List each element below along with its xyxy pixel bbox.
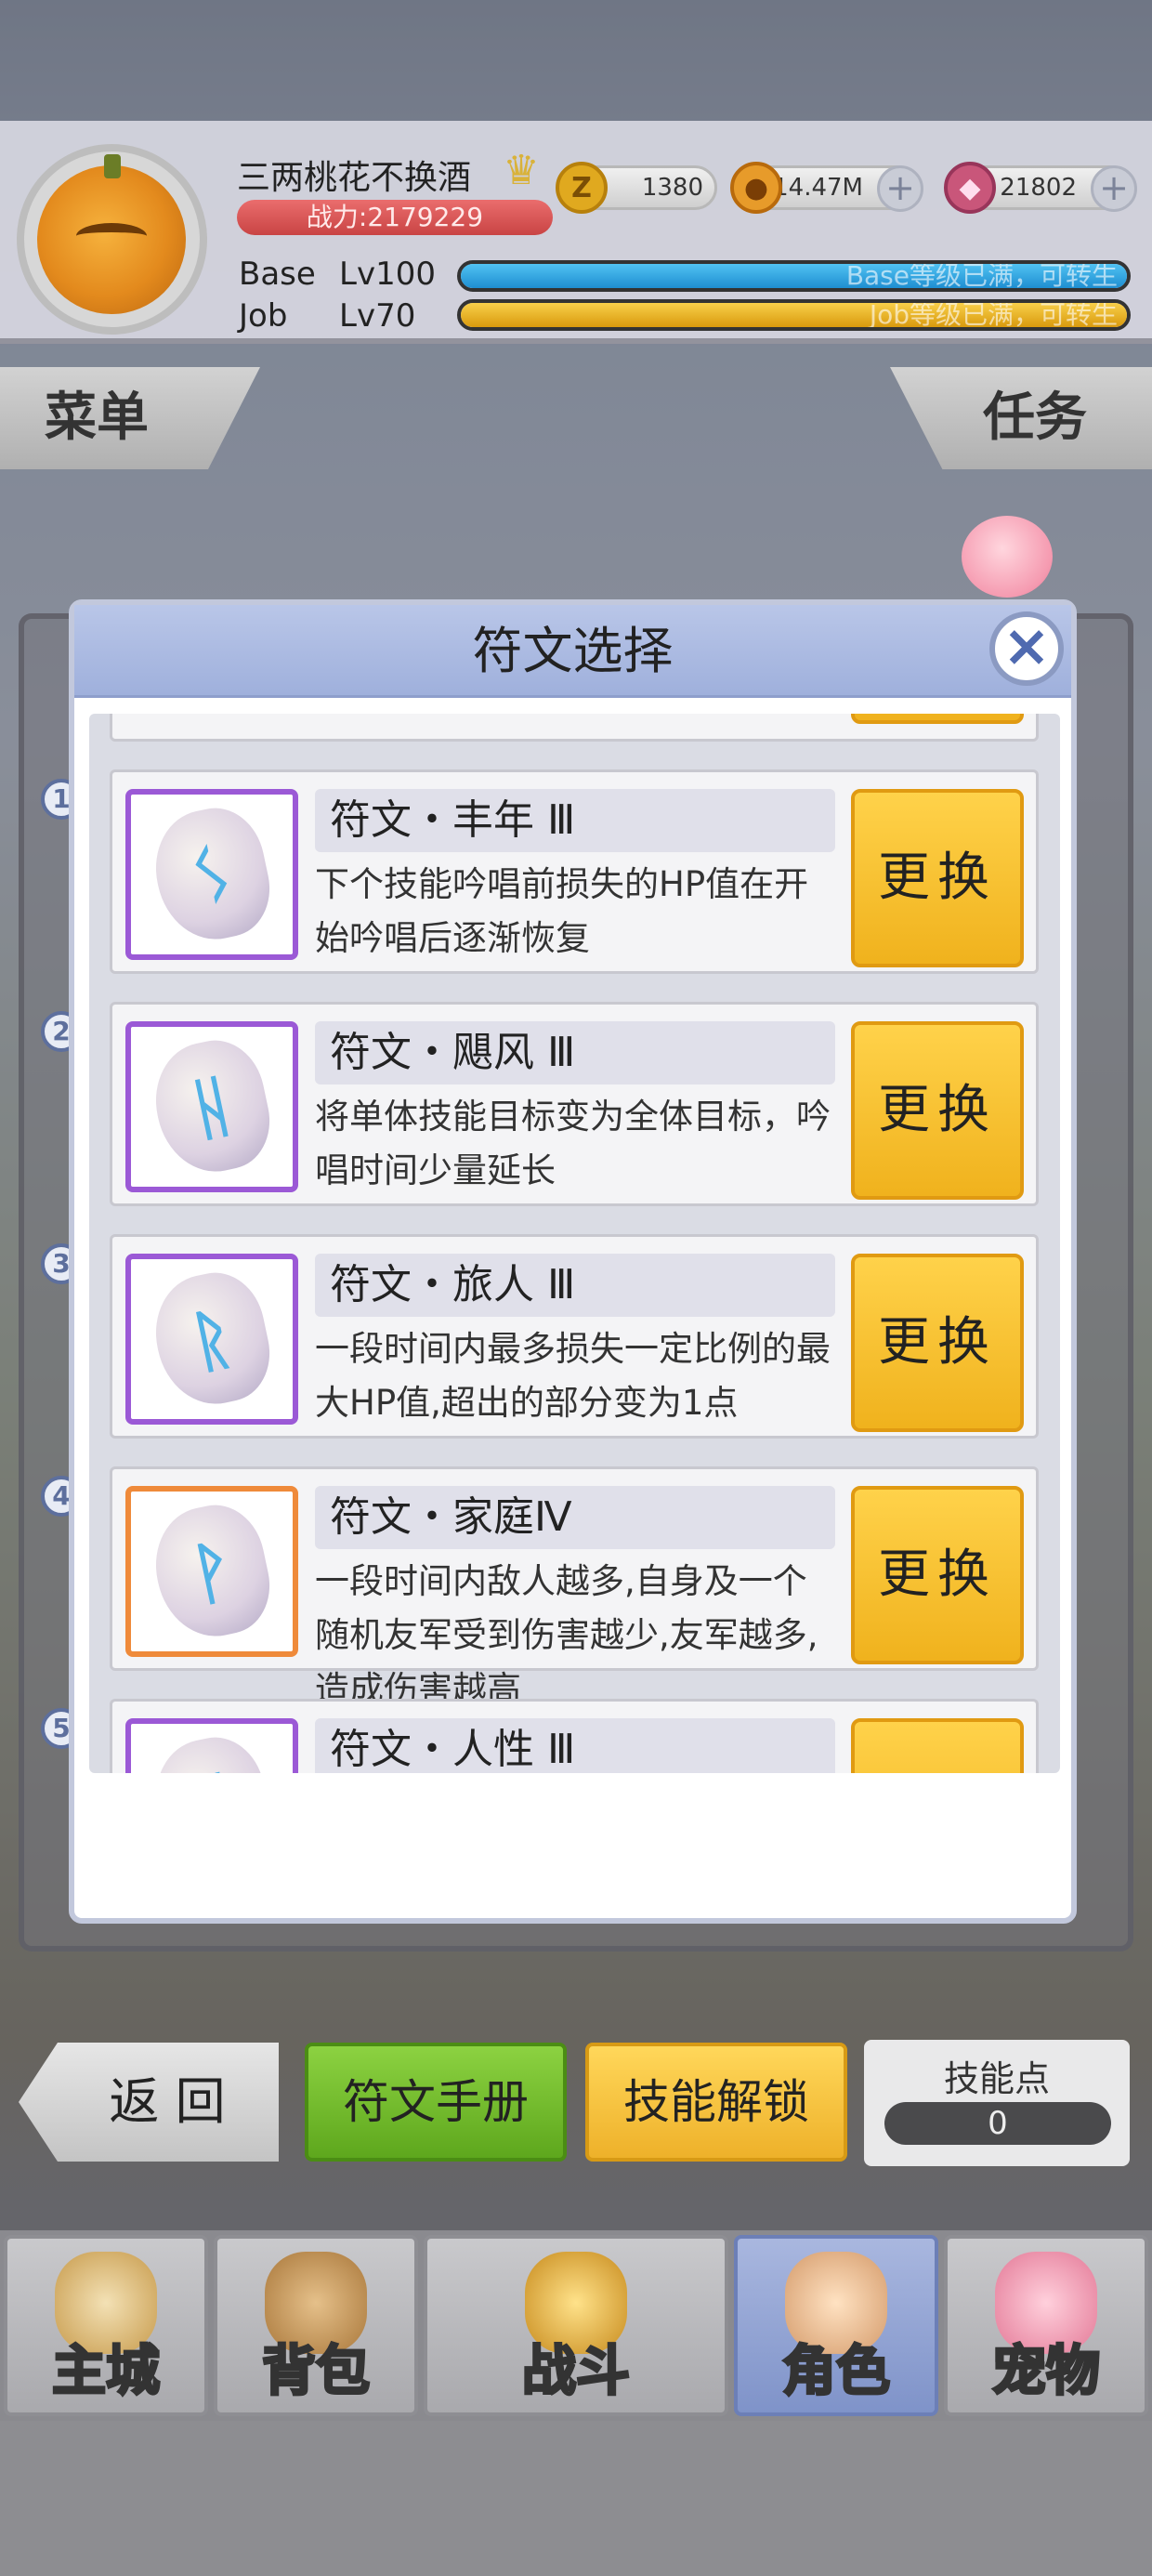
rune-stone-icon: ᚱ bbox=[144, 1264, 280, 1414]
swap-button[interactable]: 更换 bbox=[851, 1486, 1024, 1664]
rune-icon-frame[interactable]: ᛗ bbox=[125, 1718, 298, 1773]
bottom-safe-area bbox=[0, 2421, 1152, 2576]
rune-stone-icon: ᛊ bbox=[144, 799, 280, 950]
rune-stone-icon: ᚺ bbox=[144, 1032, 280, 1182]
rune-card: ᚹ 符文・家庭Ⅳ 一段时间内敌人越多,自身及一个随机友军受到伤害越少,友军越多,… bbox=[110, 1466, 1039, 1709]
rune-name: 符文・旅人 Ⅲ bbox=[315, 1254, 835, 1317]
job-level: Lv70 bbox=[339, 297, 416, 335]
vip-crown-icon[interactable]: ♛ bbox=[495, 145, 547, 197]
rune-description: 下个技能吟唱前损失的HP值在开始吟唱后逐渐恢复 bbox=[315, 864, 809, 958]
swap-button[interactable]: 更换 bbox=[851, 1254, 1024, 1432]
rune-card: ᚺ 符文・飓风 Ⅲ 将单体技能目标变为全体目标，吟唱时间少量延长 更换 bbox=[110, 1002, 1039, 1206]
rune-manual-button[interactable]: 符文手册 bbox=[305, 2043, 567, 2162]
rune-card: ᚱ 符文・旅人 Ⅲ 一段时间内最多损失一定比例的最大HP值,超出的部分变为1点 … bbox=[110, 1234, 1039, 1439]
modal-title: 符文选择 bbox=[472, 622, 674, 680]
back-button[interactable]: 返 回 bbox=[19, 2043, 279, 2162]
skill-points-value: 0 bbox=[884, 2102, 1111, 2145]
nav-item-pet[interactable]: 宠物 bbox=[944, 2235, 1148, 2416]
rune-name: 符文・飓风 Ⅲ bbox=[315, 1021, 835, 1084]
nav-item-battle[interactable]: 战斗 bbox=[424, 2235, 728, 2416]
rune-icon-frame[interactable]: ᚱ bbox=[125, 1254, 298, 1425]
rune-description: 一段时间内最多损失一定比例的最大HP值,超出的部分变为1点 bbox=[315, 1329, 831, 1423]
combat-power: 战力:2179229 bbox=[237, 200, 553, 235]
skill-unlock-button[interactable]: 技能解锁 bbox=[585, 2043, 847, 2162]
gem-icon: ◆ bbox=[944, 162, 996, 214]
nav-item-backpack[interactable]: 背包 bbox=[214, 2235, 418, 2416]
rune-icon-frame[interactable]: ᚹ bbox=[125, 1486, 298, 1657]
rune-card-partial-bottom: ᛗ 符文・人性 Ⅲ bbox=[110, 1699, 1039, 1773]
rune-name: 符文・家庭Ⅳ bbox=[315, 1486, 835, 1549]
player-name: 三两桃花不换酒 bbox=[237, 159, 472, 197]
rune-description: 一段时间内敌人越多,自身及一个随机友军受到伤害越少,友军越多,造成伤害越高 bbox=[315, 1561, 818, 1709]
zeny-value: 1380 bbox=[641, 174, 703, 202]
avatar[interactable] bbox=[37, 154, 186, 314]
gold-value: 14.47M bbox=[773, 174, 863, 202]
gem-value: 21802 bbox=[1000, 174, 1077, 202]
swap-button[interactable]: 更换 bbox=[851, 789, 1024, 967]
rune-card-partial-top bbox=[110, 714, 1039, 742]
nav-label: 背包 bbox=[260, 2338, 371, 2404]
nav-label: 战斗 bbox=[520, 2338, 631, 2404]
rune-name: 符文・丰年 Ⅲ bbox=[315, 789, 835, 852]
swap-button-partial[interactable] bbox=[851, 714, 1024, 724]
add-gold-button[interactable]: + bbox=[877, 165, 923, 212]
job-exp-text: Job等级已满，可转生 bbox=[869, 299, 1118, 330]
rune-list[interactable]: ᛊ 符文・丰年 Ⅲ 下个技能吟唱前损失的HP值在开始吟唱后逐渐恢复 更换 ᚺ 符… bbox=[89, 714, 1060, 1773]
base-exp-text: Base等级已满，可转生 bbox=[845, 260, 1118, 291]
close-icon[interactable]: × bbox=[989, 611, 1064, 686]
gold-pot-icon: ● bbox=[730, 162, 782, 214]
swap-button[interactable] bbox=[851, 1718, 1024, 1773]
nav-item-character[interactable]: 角色 bbox=[734, 2235, 938, 2416]
rune-description: 将单体技能目标变为全体目标，吟唱时间少量延长 bbox=[315, 1097, 831, 1190]
nav-item-main-city[interactable]: 主城 bbox=[4, 2235, 208, 2416]
job-label: Job bbox=[239, 297, 288, 335]
base-exp-bar: Base等级已满，可转生 bbox=[457, 260, 1131, 292]
rune-icon-frame[interactable]: ᛊ bbox=[125, 789, 298, 960]
base-level: Lv100 bbox=[339, 256, 436, 293]
rune-stone-icon: ᚹ bbox=[144, 1496, 280, 1647]
rune-stone-icon: ᛗ bbox=[144, 1728, 280, 1773]
skill-points-label: 技能点 bbox=[943, 2058, 1050, 2099]
nav-label: 角色 bbox=[780, 2338, 891, 2404]
rune-name: 符文・人性 Ⅲ bbox=[315, 1718, 835, 1773]
add-gem-button[interactable]: + bbox=[1091, 165, 1137, 212]
swap-button[interactable]: 更换 bbox=[851, 1021, 1024, 1200]
rune-icon-frame[interactable]: ᚺ bbox=[125, 1021, 298, 1192]
floating-pet-icon[interactable] bbox=[962, 516, 1053, 598]
nav-label: 主城 bbox=[50, 2338, 161, 2404]
zeny-coin-icon: Z bbox=[556, 162, 608, 214]
rune-card: ᛊ 符文・丰年 Ⅲ 下个技能吟唱前损失的HP值在开始吟唱后逐渐恢复 更换 bbox=[110, 769, 1039, 974]
job-exp-bar: Job等级已满，可转生 bbox=[457, 299, 1131, 331]
base-label: Base bbox=[239, 256, 316, 293]
nav-label: 宠物 bbox=[990, 2338, 1101, 2404]
